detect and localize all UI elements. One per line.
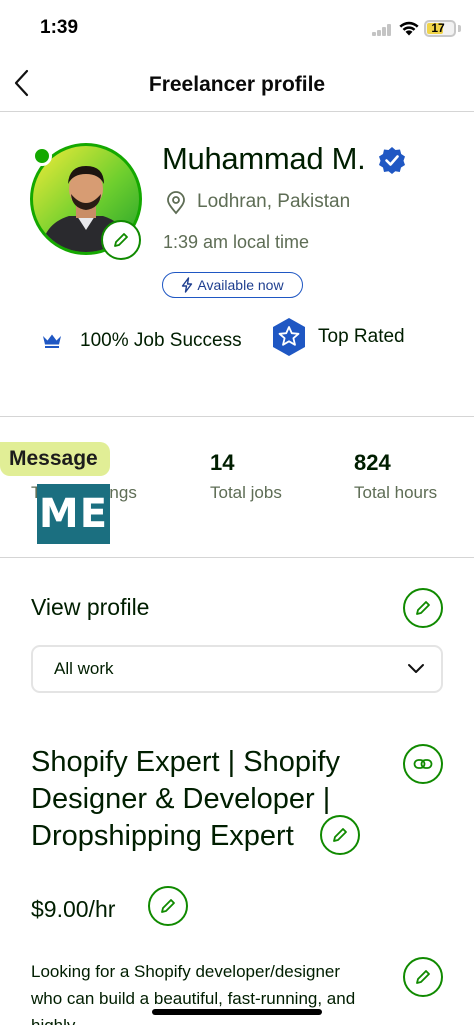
top-rated-badge: Top Rated <box>270 317 405 357</box>
availability-text: Available now <box>197 277 284 293</box>
lightning-icon <box>182 277 193 293</box>
total-jobs-value: 14 <box>210 450 235 475</box>
divider <box>0 557 474 558</box>
pencil-icon <box>416 601 430 615</box>
pencil-icon <box>161 899 175 913</box>
job-success-badge: 100% Job Success <box>42 330 242 352</box>
top-rated-text: Top Rated <box>318 326 405 347</box>
edit-overview-button[interactable] <box>403 957 443 997</box>
pencil-icon <box>333 828 347 842</box>
pencil-icon <box>416 970 430 984</box>
battery-level: 17 <box>431 21 445 35</box>
location-pin-icon <box>167 191 185 215</box>
battery-icon: 17 <box>424 20 456 37</box>
work-filter-select[interactable]: All work <box>31 645 443 693</box>
local-time: 1:39 am local time <box>163 232 310 252</box>
edit-rate-button[interactable] <box>148 886 188 926</box>
total-hours-value: 824 <box>354 450 391 475</box>
edit-photo-button[interactable] <box>101 220 141 260</box>
pencil-icon <box>114 233 128 247</box>
status-bar: 1:39 17 <box>0 0 474 56</box>
nav-bar: Freelancer profile <box>0 56 474 112</box>
link-icon <box>413 759 433 769</box>
edit-profile-button[interactable] <box>403 588 443 628</box>
me-logo-text: ME <box>38 491 109 537</box>
edit-headline-button[interactable] <box>320 815 360 855</box>
work-filter-value: All work <box>54 659 114 678</box>
message-label: Message <box>9 447 98 470</box>
divider <box>0 416 474 417</box>
wifi-icon <box>399 21 419 36</box>
message-button[interactable]: Message <box>0 442 110 476</box>
total-jobs-label: Total jobs <box>210 483 282 502</box>
availability-badge[interactable]: Available now <box>162 272 303 298</box>
status-time: 1:39 <box>40 17 79 38</box>
share-link-button[interactable] <box>403 744 443 784</box>
battery-nub <box>458 25 461 32</box>
me-logo: ME <box>37 484 110 544</box>
crown-icon <box>43 334 61 348</box>
view-profile-title: View profile <box>31 594 150 620</box>
cellular-signal-icon <box>372 24 392 36</box>
job-success-text: 100% Job Success <box>80 330 242 351</box>
online-status-dot <box>32 146 52 166</box>
chevron-down-icon <box>408 664 424 673</box>
verified-badge-icon <box>379 147 405 174</box>
location-text: Lodhran, Pakistan <box>197 191 351 212</box>
total-hours-label: Total hours <box>354 483 438 502</box>
top-rated-star-icon <box>273 318 305 356</box>
home-indicator[interactable] <box>152 1009 322 1015</box>
page-title: Freelancer profile <box>148 73 326 96</box>
profile-name: Muhammad M. <box>162 141 366 176</box>
hourly-rate: $9.00/hr <box>31 896 116 922</box>
